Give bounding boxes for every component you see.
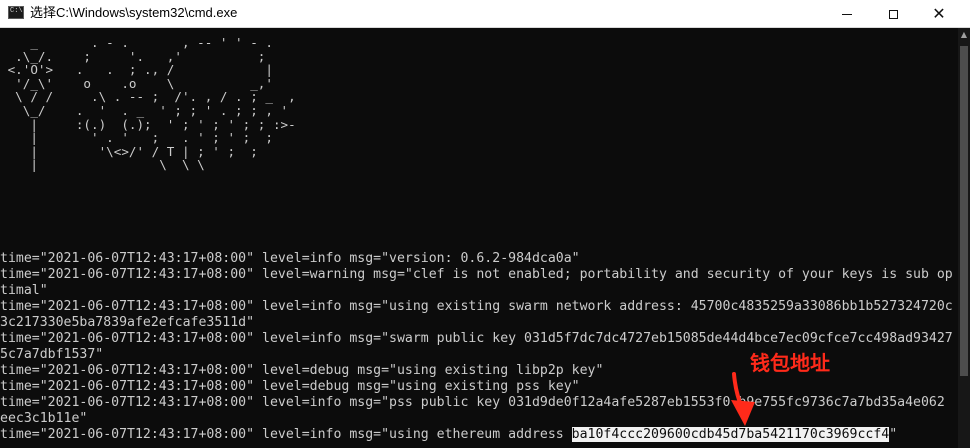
ethereum-address-selection[interactable]: ba10f4ccc209600cdb45d7ba5421170c3969ccf4 xyxy=(571,427,890,442)
vertical-scrollbar[interactable]: ▲ xyxy=(958,28,970,448)
maximize-button[interactable] xyxy=(870,0,916,28)
scrollbar-thumb[interactable] xyxy=(960,46,968,376)
log-line: time="2021-06-07T12:43:17+08:00" level=w… xyxy=(0,267,953,282)
scroll-up-arrow-icon[interactable]: ▲ xyxy=(958,30,970,39)
log-line: time="2021-06-07T12:43:17+08:00" level=i… xyxy=(0,331,953,346)
title-bar[interactable]: C:\ 选择C:\Windows\system32\cmd.exe ✕ xyxy=(0,0,970,28)
log-line-ethereum-address: time="2021-06-07T12:43:17+08:00" level=i… xyxy=(0,427,958,443)
wallet-address-annotation: 钱包地址 xyxy=(750,351,830,375)
red-arrow-icon xyxy=(731,372,755,426)
maximize-icon xyxy=(888,9,898,19)
close-button[interactable]: ✕ xyxy=(916,0,962,28)
log-lines: time="2021-06-07T12:43:17+08:00" level=i… xyxy=(0,251,958,443)
cmd-app-icon[interactable]: C:\ xyxy=(8,6,24,19)
log-line: time="2021-06-07T12:43:17+08:00" level=d… xyxy=(0,379,580,394)
log-line: 3c217330e5ba7839afe2efcafe3511d" xyxy=(0,315,255,330)
minimize-icon xyxy=(842,13,852,15)
log-line-suffix: " xyxy=(889,427,898,442)
ascii-art-banner: _ . - . , -- ' ' - . .\_/. ; '. ,' ; <.'… xyxy=(7,35,296,173)
log-line: time="2021-06-07T12:43:17+08:00" level=i… xyxy=(0,395,945,410)
close-icon: ✕ xyxy=(932,4,946,23)
minimize-button[interactable] xyxy=(824,0,870,28)
cmd-app-icon-text: C:\ xyxy=(10,7,23,15)
log-line: time="2021-06-07T12:43:17+08:00" level=i… xyxy=(0,251,580,266)
log-line: timal" xyxy=(0,283,48,298)
log-line: eec3c1b11e" xyxy=(0,411,88,426)
console-output[interactable]: _ . - . , -- ' ' - . .\_/. ; '. ,' ; <.'… xyxy=(0,28,958,448)
window-title: 选择C:\Windows\system32\cmd.exe xyxy=(30,5,238,20)
log-line-prefix: time="2021-06-07T12:43:17+08:00" level=i… xyxy=(0,427,572,442)
log-line: time="2021-06-07T12:43:17+08:00" level=i… xyxy=(0,299,953,314)
